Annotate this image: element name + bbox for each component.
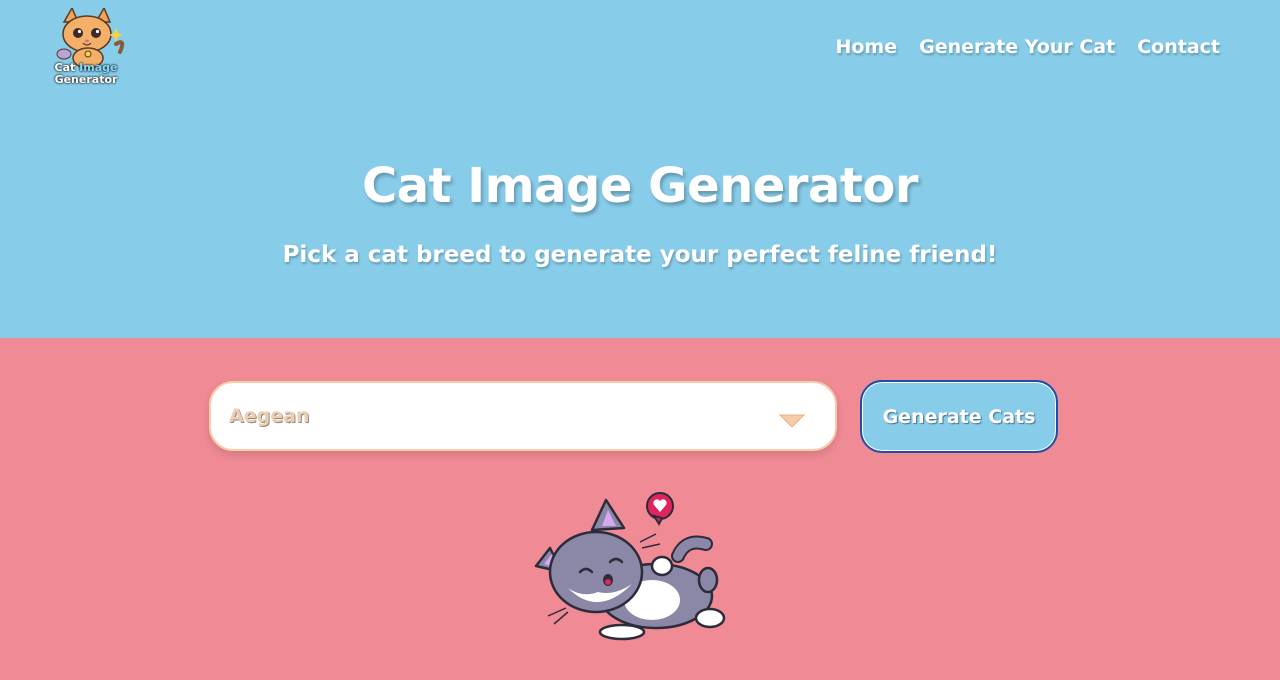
main-nav: Home Generate Your Cat Contact — [835, 36, 1220, 58]
site-logo[interactable]: Cat Image Generator — [50, 6, 130, 92]
hero-section: Cat Image Generator Home Generate Your C… — [0, 0, 1280, 338]
chevron-down-icon — [778, 413, 806, 433]
cat-illustration — [528, 488, 730, 646]
page-subtitle: Pick a cat breed to generate your perfec… — [282, 242, 998, 268]
nav-home[interactable]: Home — [835, 36, 897, 58]
logo-word-generator: Generator — [54, 73, 118, 86]
breed-select[interactable]: Aegean — [209, 381, 837, 451]
generate-cats-button[interactable]: Generate Cats — [860, 380, 1058, 453]
nav-generate-your-cat[interactable]: Generate Your Cat — [919, 36, 1115, 58]
logo-wordmark: Cat Image Generator — [50, 62, 122, 86]
breed-select-value: Aegean — [229, 405, 310, 427]
page-title: Cat Image Generator — [362, 158, 919, 214]
nav-contact[interactable]: Contact — [1137, 36, 1220, 58]
cat-lying-icon — [534, 492, 726, 641]
